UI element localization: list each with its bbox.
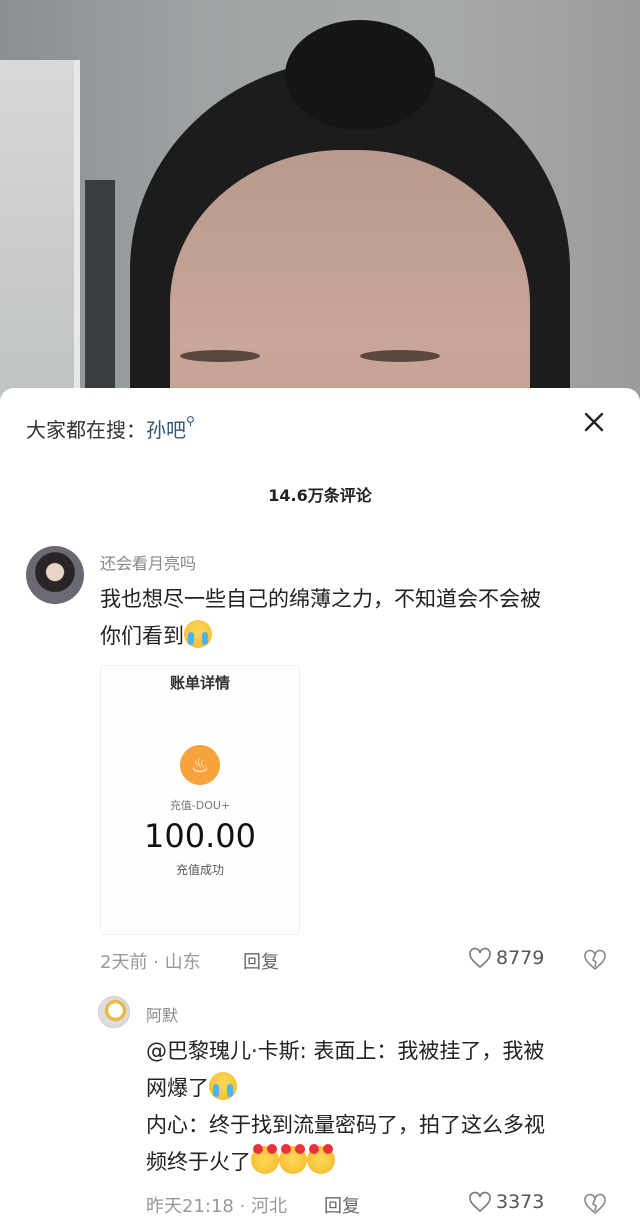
heart-icon	[469, 947, 491, 969]
like-button[interactable]: 8779	[468, 947, 544, 969]
comment-image[interactable]: 账单详情 ♨ 充值-DOU+ 100.00 充值成功	[100, 665, 300, 935]
bill-subtitle: 充值-DOU+	[169, 799, 231, 812]
crying-face-icon	[184, 620, 212, 648]
bill-title: 账单详情	[169, 674, 230, 692]
comment-line: 频终于火了	[146, 1150, 251, 1174]
shelf-post	[85, 180, 115, 400]
heart-eyes-face-icon	[251, 1144, 279, 1174]
comment-line: 你们看到	[100, 624, 184, 648]
shelf	[0, 60, 80, 400]
bill-amount: 100.00	[144, 817, 256, 855]
comment-line: 我也想尽一些自己的绵薄之力，不知道会不会被	[100, 587, 541, 611]
dislike-icon[interactable]	[583, 1192, 607, 1216]
comment-count: 14.6万条评论	[268, 486, 372, 505]
comment-text: 我也想尽一些自己的绵薄之力，不知道会不会被 你们看到	[100, 581, 541, 655]
comment-meta: 2天前 · 山东	[100, 952, 201, 973]
avatar[interactable]	[26, 546, 84, 604]
comment-line: @巴黎瑰儿·卡斯: 表面上：我被挂了，我被	[146, 1039, 545, 1063]
heart-icon	[469, 1191, 491, 1213]
eyebrow	[360, 350, 440, 362]
search-icon: ⚲	[186, 414, 195, 428]
comment-location: 山东	[164, 952, 201, 973]
hair-bun	[285, 20, 435, 130]
reply-button[interactable]: 回复	[243, 948, 279, 974]
comment-location: 河北	[251, 1196, 288, 1217]
comment-username[interactable]: 还会看月亮吗	[100, 550, 196, 574]
comment-text: @巴黎瑰儿·卡斯: 表面上：我被挂了，我被 网爆了 内心：终于找到流量密码了，拍…	[146, 1033, 545, 1181]
comment-line: 网爆了	[146, 1076, 209, 1100]
avatar[interactable]	[98, 996, 130, 1028]
heart-eyes-face-icon	[307, 1144, 335, 1174]
close-icon[interactable]	[582, 410, 606, 434]
comment-meta: 昨天21:18 · 河北	[146, 1196, 288, 1217]
crying-face-icon	[209, 1072, 237, 1100]
trending-search[interactable]: 大家都在搜：孙吧⚲	[26, 414, 195, 443]
heart-eyes-face-icon	[279, 1144, 307, 1174]
search-keyword[interactable]: 孙吧	[146, 418, 186, 442]
comment-line: 内心：终于找到流量密码了，拍了这么多视	[146, 1113, 545, 1137]
bill-status: 充值成功	[175, 863, 224, 877]
dislike-icon[interactable]	[583, 948, 607, 972]
eyebrow	[180, 350, 260, 362]
video-background[interactable]	[0, 0, 640, 400]
like-count: 8779	[496, 947, 545, 969]
like-button[interactable]: 3373	[468, 1191, 544, 1213]
comment-time: 昨天21:18	[146, 1196, 234, 1217]
comment-username[interactable]: 阿默	[146, 1002, 178, 1026]
search-label: 大家都在搜：	[26, 418, 146, 442]
comment-time: 2天前	[100, 952, 148, 973]
reply-button[interactable]: 回复	[324, 1192, 360, 1218]
dou-coin-icon: ♨	[180, 745, 220, 785]
like-count: 3373	[496, 1191, 545, 1213]
